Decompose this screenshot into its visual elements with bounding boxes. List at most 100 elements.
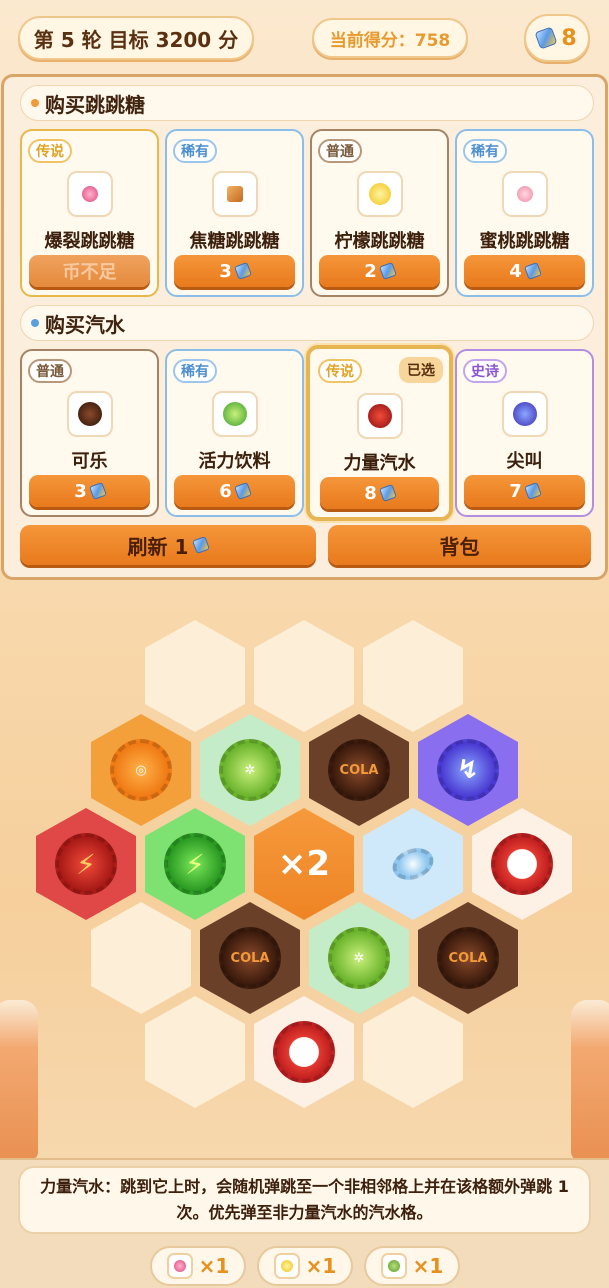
shop-card-power-soda[interactable]: 传说 已选 力量汽水 8 <box>306 345 453 521</box>
hex-cell-orange[interactable]: ◎ <box>91 714 191 826</box>
coin-count: 8 <box>561 25 577 51</box>
price-label: 4 <box>509 260 522 282</box>
cola-cap-icon: COLA <box>219 927 281 989</box>
coin-icon <box>378 262 397 280</box>
hex-cell-lime[interactable]: ✲ <box>309 902 409 1014</box>
price-button[interactable]: 3 <box>174 255 295 287</box>
round-target-label: 第 5 轮 目标 3200 分 <box>33 27 239 52</box>
coin-icon <box>233 262 252 280</box>
coin-icon <box>88 482 107 500</box>
scream-cap-icon: ↯ <box>437 739 499 801</box>
hex-cell[interactable] <box>145 996 245 1108</box>
hex-cell-target[interactable] <box>254 996 354 1108</box>
coin-counter: 8 <box>524 14 590 62</box>
hex-cell[interactable] <box>363 996 463 1108</box>
rarity-badge: 传说 <box>318 359 362 383</box>
peach-candy-icon <box>501 171 548 217</box>
hex-cell-cola[interactable]: COLA <box>418 902 518 1014</box>
hex-cell-multiplier[interactable]: ×2 <box>254 808 354 920</box>
shop-panel: 购买跳跳糖 传说 爆裂跳跳糖 币不足 稀有 焦糖跳跳糖 3 普通 柠檬跳跳糖 2… <box>1 74 608 580</box>
lightning-cap-icon: ⚡ <box>164 833 226 895</box>
shop-card-peach-candy[interactable]: 稀有 蜜桃跳跳糖 4 <box>455 129 594 297</box>
multiplier-label: ×2 <box>277 844 331 884</box>
selected-badge: 已选 <box>399 357 443 383</box>
inventory-slot-lemon-candy[interactable]: ×1 <box>257 1246 353 1286</box>
shop-card-energy-drink[interactable]: 稀有 活力饮料 6 <box>165 349 304 517</box>
round-target: 第 5 轮 目标 3200 分 <box>18 16 254 60</box>
soda-cap-icon <box>388 842 438 886</box>
cola-cap-label: COLA <box>448 950 488 966</box>
inventory-slot-herb-candy[interactable]: ×1 <box>364 1246 460 1286</box>
price-button[interactable]: 3 <box>29 475 150 507</box>
refresh-button[interactable]: 刷新 1 <box>20 525 316 565</box>
berry-candy-icon <box>66 171 113 217</box>
price-button[interactable]: 币不足 <box>29 255 150 287</box>
hex-cell[interactable] <box>91 902 191 1014</box>
price-button[interactable]: 8 <box>320 477 439 509</box>
caramel-candy-icon <box>211 171 258 217</box>
hex-cell-scream[interactable]: ↯ <box>418 714 518 826</box>
price-label: 2 <box>364 260 377 282</box>
hex-cell-power-soda[interactable]: ⚡ <box>36 808 136 920</box>
shop-card-cola[interactable]: 普通 可乐 3 <box>20 349 159 517</box>
hex-cell-soda[interactable] <box>363 808 463 920</box>
item-name: 爆裂跳跳糖 <box>44 231 135 252</box>
item-name: 力量汽水 <box>343 453 416 474</box>
inventory-count: ×1 <box>305 1254 337 1278</box>
hex-cell[interactable] <box>254 620 354 732</box>
hex-board: ◎ ✲ COLA ↯ ⚡ ⚡ ×2 COLA ✲ COLA <box>0 600 609 1160</box>
candy-section-title: 购买跳跳糖 <box>45 92 145 117</box>
price-label: 6 <box>219 480 232 502</box>
price-button[interactable]: 7 <box>464 475 585 507</box>
inventory-count: ×1 <box>412 1254 444 1278</box>
current-score: 当前得分：758 <box>312 18 468 58</box>
hex-cell-cola[interactable]: COLA <box>200 902 300 1014</box>
rarity-badge: 稀有 <box>173 359 217 383</box>
price-label: 8 <box>364 482 377 504</box>
hex-cell-energy[interactable]: ⚡ <box>145 808 245 920</box>
item-description: 力量汽水：跳到它上时，会随机弹跳至一个非相邻格上并在该格额外弹跳 1 次。优先弹… <box>18 1166 591 1234</box>
hex-cell-target[interactable] <box>472 808 572 920</box>
shop-card-burst-candy[interactable]: 传说 爆裂跳跳糖 币不足 <box>20 129 159 297</box>
shop-card-scream[interactable]: 史诗 尖叫 7 <box>455 349 594 517</box>
cola-cap-label: COLA <box>339 762 379 778</box>
hex-cell[interactable] <box>363 620 463 732</box>
current-score-label: 当前得分：758 <box>329 30 451 51</box>
inventory-slot-berry-candy[interactable]: ×1 <box>150 1246 246 1286</box>
hex-cell-cola[interactable]: COLA <box>309 714 409 826</box>
coin-icon <box>523 482 542 500</box>
price-button[interactable]: 4 <box>464 255 585 287</box>
rarity-badge: 普通 <box>28 359 72 383</box>
soda-section-title: 购买汽水 <box>45 312 125 337</box>
cola-cap-icon: COLA <box>437 927 499 989</box>
coin-icon <box>523 262 542 280</box>
shop-card-caramel-candy[interactable]: 稀有 焦糖跳跳糖 3 <box>165 129 304 297</box>
soda-section-header: 购买汽水 <box>20 305 594 341</box>
lemon-candy-icon <box>273 1253 300 1279</box>
berry-candy-icon <box>166 1253 193 1279</box>
hex-cell[interactable] <box>145 620 245 732</box>
section-dot-icon <box>31 99 39 107</box>
lime-cap-icon: ✲ <box>328 927 390 989</box>
item-name: 蜜桃跳跳糖 <box>479 231 570 252</box>
price-label: 7 <box>509 480 522 502</box>
shop-card-lemon-candy[interactable]: 普通 柠檬跳跳糖 2 <box>310 129 449 297</box>
section-dot-icon <box>31 319 39 327</box>
cola-cap-icon <box>66 391 113 437</box>
price-button[interactable]: 6 <box>174 475 295 507</box>
rarity-badge: 稀有 <box>173 139 217 163</box>
rarity-badge: 稀有 <box>463 139 507 163</box>
lime-cap-icon: ✲ <box>219 739 281 801</box>
item-name: 尖叫 <box>506 451 543 472</box>
lime-cap-icon <box>211 391 258 437</box>
scream-cap-icon <box>501 391 548 437</box>
bag-button[interactable]: 背包 <box>328 525 591 565</box>
price-button[interactable]: 2 <box>319 255 440 287</box>
item-name: 活力饮料 <box>198 451 271 472</box>
cola-cap-icon: COLA <box>328 739 390 801</box>
inventory-count: ×1 <box>198 1254 230 1278</box>
item-name: 可乐 <box>71 451 108 472</box>
orange-cap-icon: ◎ <box>110 739 172 801</box>
target-cap-icon <box>491 833 553 895</box>
hex-cell-lime[interactable]: ✲ <box>200 714 300 826</box>
